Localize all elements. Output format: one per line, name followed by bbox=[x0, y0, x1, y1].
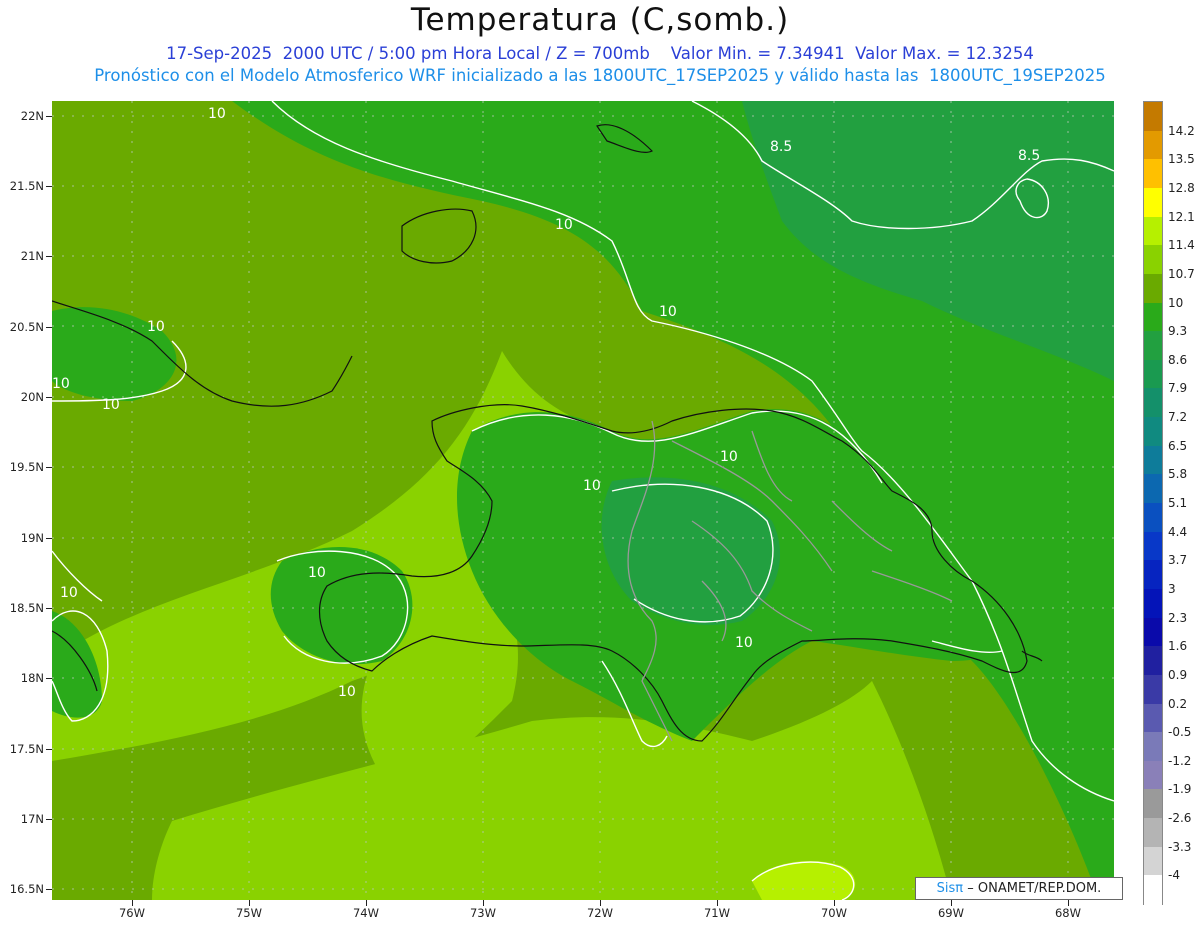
colorbar-label: 3 bbox=[1168, 581, 1176, 596]
contour-label: 10 bbox=[720, 449, 738, 465]
contour-label: 10 bbox=[52, 376, 70, 392]
contour-label: 10 bbox=[659, 304, 677, 320]
colorbar-swatch bbox=[1144, 617, 1162, 647]
lon-label: 76W bbox=[118, 906, 146, 920]
colorbar-label: -1.9 bbox=[1168, 782, 1192, 797]
lon-label: 69W bbox=[937, 906, 965, 920]
map-title: Temperatura (C,somb.) bbox=[410, 2, 790, 38]
lat-label: 16.5N bbox=[9, 882, 44, 896]
lat-label: 17N bbox=[20, 812, 44, 826]
colorbar-label: -3.3 bbox=[1168, 839, 1192, 854]
contour-label: 10 bbox=[60, 585, 78, 601]
colorbar-swatch bbox=[1144, 732, 1162, 762]
colorbar bbox=[1143, 101, 1163, 905]
colorbar-swatch bbox=[1144, 159, 1162, 189]
colorbar-label: 12.8 bbox=[1168, 180, 1195, 195]
colorbar-swatch bbox=[1144, 388, 1162, 418]
lat-label: 18N bbox=[20, 671, 44, 685]
colorbar-label: 1.6 bbox=[1168, 639, 1188, 654]
colorbar-swatch bbox=[1144, 846, 1162, 876]
colorbar-label: -2.6 bbox=[1168, 811, 1192, 826]
colorbar-swatch bbox=[1144, 187, 1162, 218]
colorbar-swatch bbox=[1144, 789, 1162, 819]
contour-label: 8.5 bbox=[770, 139, 792, 155]
colorbar-label: 10 bbox=[1168, 295, 1184, 310]
lat-label: 18.5N bbox=[9, 601, 44, 615]
credit-box: Sisπ – ONAMET/REP.DOM. bbox=[915, 877, 1123, 900]
colorbar-swatch bbox=[1144, 760, 1162, 791]
lat-label: 17.5N bbox=[9, 742, 44, 756]
valid-time-line: 17-Sep-2025 2000 UTC / 5:00 pm Hora Loca… bbox=[166, 44, 1034, 63]
colorbar-swatch bbox=[1144, 531, 1162, 561]
colorbar-label: 0.9 bbox=[1168, 667, 1188, 682]
colorbar-label: 7.2 bbox=[1168, 410, 1188, 425]
lon-label: 71W bbox=[703, 906, 731, 920]
colorbar-label: 0.2 bbox=[1168, 696, 1188, 711]
lat-label: 19N bbox=[20, 531, 44, 545]
contour-label: 8.5 bbox=[1018, 148, 1040, 164]
colorbar-swatch bbox=[1144, 503, 1162, 533]
temperature-map: 10 10 10 10 10 10 10 10 10 10 10 10 8.5 … bbox=[52, 101, 1114, 900]
lat-label: 20N bbox=[20, 390, 44, 404]
colorbar-label: 5.8 bbox=[1168, 467, 1188, 482]
colorbar-swatch bbox=[1144, 560, 1162, 590]
colorbar-label: 10.7 bbox=[1168, 266, 1195, 281]
sispi-logo: Sisπ bbox=[936, 881, 964, 896]
colorbar-swatch bbox=[1144, 818, 1162, 848]
colorbar-swatch bbox=[1144, 417, 1162, 447]
colorbar-label: -4 bbox=[1168, 868, 1180, 883]
contour-label: 10 bbox=[308, 565, 326, 581]
colorbar-swatch bbox=[1144, 703, 1162, 733]
colorbar-label: 6.5 bbox=[1168, 438, 1188, 453]
colorbar-swatch bbox=[1144, 102, 1162, 132]
contour-label: 10 bbox=[147, 319, 165, 335]
contour-label: 10 bbox=[208, 106, 226, 122]
colorbar-label: -0.5 bbox=[1168, 725, 1192, 740]
colorbar-swatch bbox=[1144, 875, 1162, 905]
colorbar-swatch bbox=[1144, 331, 1162, 361]
contour-label: 10 bbox=[583, 478, 601, 494]
colorbar-label: 5.1 bbox=[1168, 496, 1188, 510]
colorbar-swatch bbox=[1144, 674, 1162, 705]
contour-label: 10 bbox=[735, 635, 753, 651]
lat-label: 20.5N bbox=[9, 320, 44, 334]
colorbar-swatch bbox=[1144, 474, 1162, 504]
lon-label: 72W bbox=[586, 906, 614, 920]
lon-label: 74W bbox=[352, 906, 380, 920]
colorbar-label: 4.4 bbox=[1168, 524, 1188, 539]
colorbar-label: 13.5 bbox=[1168, 152, 1195, 167]
colorbar-label: 7.9 bbox=[1168, 381, 1188, 396]
colorbar-label: 2.3 bbox=[1168, 610, 1188, 625]
contour-label: 10 bbox=[338, 684, 356, 700]
credit-org: – ONAMET/REP.DOM. bbox=[967, 881, 1102, 896]
lon-label: 73W bbox=[469, 906, 497, 920]
lat-label: 21N bbox=[20, 249, 44, 263]
colorbar-label: 3.7 bbox=[1168, 553, 1188, 568]
colorbar-label: 12.1 bbox=[1168, 209, 1195, 224]
lon-label: 70W bbox=[820, 906, 848, 920]
colorbar-swatch bbox=[1144, 302, 1162, 332]
colorbar-label: 14.2 bbox=[1168, 123, 1195, 138]
colorbar-swatch bbox=[1144, 216, 1162, 246]
lat-label: 19.5N bbox=[9, 460, 44, 474]
colorbar-label: -1.2 bbox=[1168, 753, 1192, 768]
lon-label: 68W bbox=[1054, 906, 1082, 920]
lat-label: 22N bbox=[20, 109, 44, 123]
contour-label: 10 bbox=[102, 397, 120, 413]
colorbar-swatch bbox=[1144, 273, 1162, 304]
colorbar-swatch bbox=[1144, 359, 1162, 390]
colorbar-swatch bbox=[1144, 646, 1162, 676]
model-info-line: Pronóstico con el Modelo Atmosferico WRF… bbox=[94, 66, 1106, 85]
lat-label: 21.5N bbox=[9, 179, 44, 193]
colorbar-swatch bbox=[1144, 130, 1162, 160]
colorbar-swatch bbox=[1144, 245, 1162, 275]
colorbar-label: 8.6 bbox=[1168, 352, 1188, 367]
lon-label: 75W bbox=[235, 906, 263, 920]
colorbar-label: 9.3 bbox=[1168, 324, 1188, 339]
contour-label: 10 bbox=[555, 217, 573, 233]
colorbar-swatch bbox=[1144, 445, 1162, 475]
colorbar-label: 11.4 bbox=[1168, 238, 1195, 253]
colorbar-swatch bbox=[1144, 588, 1162, 619]
